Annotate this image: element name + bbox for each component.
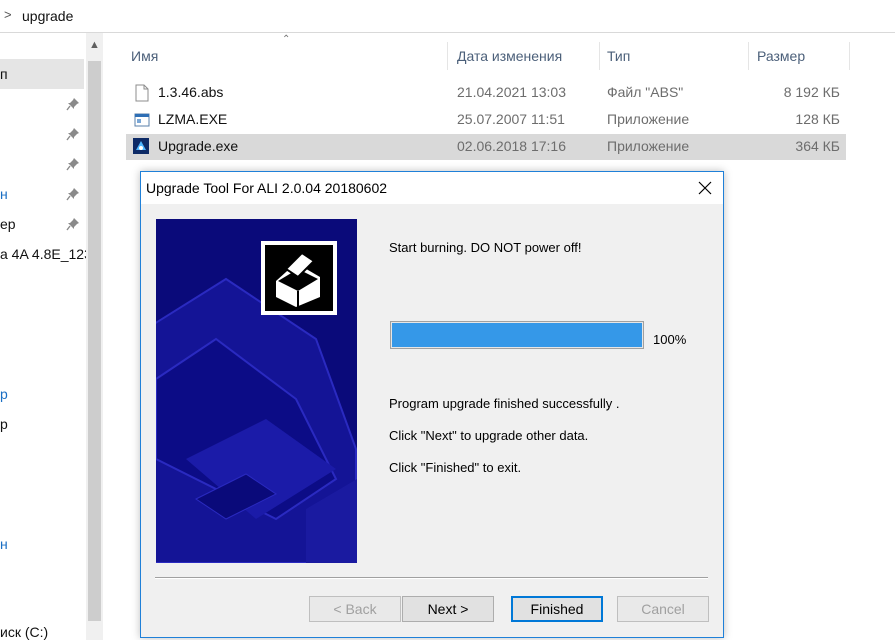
nav-item[interactable]: р <box>0 386 8 402</box>
back-button[interactable]: < Back <box>309 596 401 622</box>
close-icon[interactable] <box>687 172 723 204</box>
address-path[interactable]: upgrade <box>22 8 73 24</box>
column-header-name[interactable]: Имя <box>131 40 158 72</box>
nav-item[interactable]: а 4A 4.8E_123 <box>0 246 92 262</box>
dialog-divider <box>155 577 708 579</box>
nav-item[interactable]: ер <box>0 216 16 232</box>
navigation-pane: п н ер а 4A 4.8E_123 р р н иск (C:) ▲ <box>0 33 104 640</box>
progress-fill <box>392 323 642 347</box>
wizard-banner <box>156 219 357 563</box>
progress-percent: 100% <box>653 332 687 347</box>
status-message: Start burning. DO NOT power off! <box>389 240 582 255</box>
burning-illustration <box>156 219 357 563</box>
cancel-button[interactable]: Cancel <box>617 596 709 622</box>
file-date: 02.06.2018 17:16 <box>457 138 566 154</box>
nav-item[interactable]: н <box>0 536 8 552</box>
column-separator[interactable] <box>447 42 448 70</box>
instruction-finished: Click "Finished" to exit. <box>389 460 522 475</box>
column-header-type[interactable]: Тип <box>607 40 630 72</box>
column-header-size[interactable]: Размер <box>757 40 805 72</box>
nav-item[interactable]: п <box>0 66 8 82</box>
column-separator[interactable] <box>599 42 600 70</box>
dialog-titlebar[interactable]: Upgrade Tool For ALI 2.0.04 20180602 <box>141 172 723 204</box>
file-name: LZMA.EXE <box>158 111 228 127</box>
file-type: Приложение <box>607 111 690 127</box>
progress-bar <box>390 321 644 349</box>
file-date: 25.07.2007 11:51 <box>457 111 565 127</box>
upgrade-app-icon <box>133 138 149 154</box>
pin-icon[interactable] <box>66 127 80 141</box>
finished-button[interactable]: Finished <box>511 596 603 622</box>
file-name: Upgrade.exe <box>158 138 239 154</box>
file-type: Файл "ABS" <box>607 84 684 100</box>
pin-icon[interactable] <box>66 217 80 231</box>
file-date: 21.04.2021 13:03 <box>457 84 566 100</box>
chevron-right-icon[interactable]: > <box>4 7 12 22</box>
file-icon <box>135 84 149 102</box>
pin-icon[interactable] <box>66 187 80 201</box>
sort-ascending-icon: ⌃ <box>282 34 291 45</box>
scroll-up-arrow-icon[interactable]: ▲ <box>86 39 103 53</box>
upgrade-dialog: Upgrade Tool For ALI 2.0.04 20180602 Sta… <box>140 171 724 638</box>
result-message: Program upgrade finished successfully . <box>389 396 620 411</box>
nav-selected-highlight <box>0 59 84 89</box>
nav-item[interactable]: р <box>0 416 8 432</box>
instruction-next: Click "Next" to upgrade other data. <box>389 428 589 443</box>
nav-item[interactable]: н <box>0 186 8 202</box>
column-header-date[interactable]: Дата изменения <box>457 40 562 72</box>
file-row[interactable]: LZMA.EXE 25.07.2007 11:51 Приложение 128… <box>126 107 846 133</box>
column-separator[interactable] <box>849 42 850 70</box>
file-type: Приложение <box>607 138 690 154</box>
file-size: 364 КБ <box>795 138 840 154</box>
app-window-icon <box>134 113 150 127</box>
file-row[interactable]: 1.3.46.abs 21.04.2021 13:03 Файл "ABS" 8… <box>126 80 846 106</box>
column-headers: ⌃ Имя Дата изменения Тип Размер <box>126 34 850 72</box>
pin-icon[interactable] <box>66 157 80 171</box>
file-name: 1.3.46.abs <box>158 84 224 100</box>
column-separator[interactable] <box>748 42 749 70</box>
pin-icon[interactable] <box>66 97 80 111</box>
address-bar[interactable]: > upgrade <box>0 0 895 33</box>
nav-item-drive-c[interactable]: иск (C:) <box>0 624 48 640</box>
next-button[interactable]: Next > <box>402 596 494 622</box>
file-size: 128 КБ <box>795 111 840 127</box>
file-size: 8 192 КБ <box>783 84 840 100</box>
nav-scrollbar-thumb[interactable] <box>88 61 101 621</box>
dialog-title: Upgrade Tool For ALI 2.0.04 20180602 <box>146 180 388 196</box>
file-row-selected[interactable]: Upgrade.exe 02.06.2018 17:16 Приложение … <box>126 134 846 160</box>
